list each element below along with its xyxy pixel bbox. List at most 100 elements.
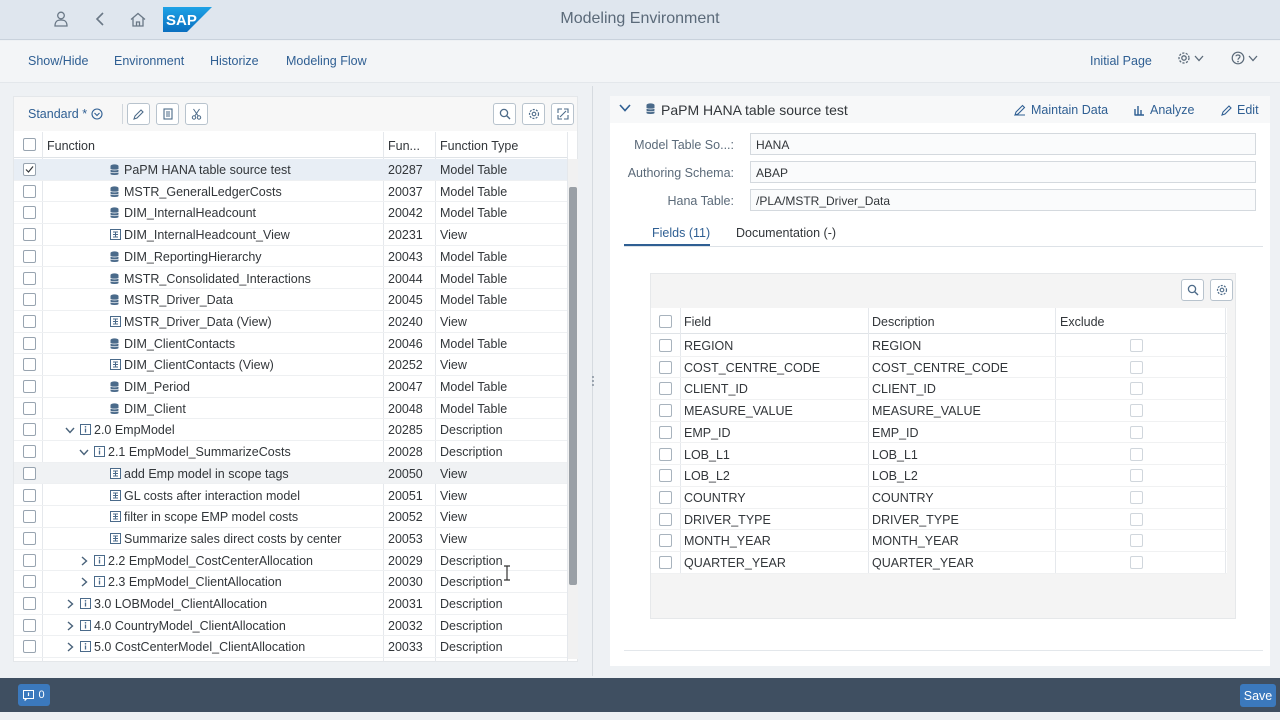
save-button[interactable]: Save [1240,684,1276,707]
exclude-checkbox[interactable] [1130,534,1143,548]
menu-environment[interactable]: Environment [114,54,184,68]
tab-documentation[interactable]: Documentation (-) [736,226,836,240]
edit-button[interactable] [127,103,150,125]
search-button[interactable] [493,103,516,125]
tree-row[interactable]: filter in scope EMP model costs 20052 View [14,506,567,528]
fullscreen-button[interactable] [551,103,574,125]
hana-table-field[interactable]: /PLA/MSTR_Driver_Data [750,189,1256,211]
row-checkbox[interactable] [23,228,36,242]
chevron-right-icon[interactable] [78,555,90,567]
row-checkbox[interactable] [23,488,36,502]
field-row-checkbox[interactable] [659,360,672,374]
table-settings-button[interactable] [522,103,545,125]
exclude-checkbox[interactable] [1130,447,1143,461]
field-row-checkbox[interactable] [659,447,672,461]
field-row[interactable]: COST_CENTRE_CODE COST_CENTRE_CODE [651,357,1227,379]
row-checkbox[interactable] [23,553,36,567]
tab-fields[interactable]: Fields (11) [652,226,710,240]
field-row[interactable]: EMP_ID EMP_ID [651,422,1227,444]
tree-row[interactable]: 2.0 EmpModel 20285 Description [14,419,567,442]
menu-modeling-flow[interactable]: Modeling Flow [286,54,367,68]
row-checkbox[interactable] [23,358,36,372]
tree-row[interactable]: MSTR_Driver_Data (View) 20240 View [14,311,567,333]
row-checkbox[interactable] [23,510,36,524]
tree-row[interactable]: MSTR_Consolidated_Interactions 20044 Model… [14,268,567,290]
select-all-checkbox[interactable] [23,138,36,151]
row-checkbox[interactable] [23,336,36,350]
cut-button[interactable] [185,103,208,125]
chevron-right-icon[interactable] [78,576,90,588]
field-row-checkbox[interactable] [659,512,672,526]
variant-selector[interactable]: Standard * [28,107,103,121]
row-checkbox[interactable] [23,597,36,610]
field-row[interactable]: CLIENT_ID CLIENT_ID [651,378,1227,401]
row-checkbox[interactable] [23,163,36,176]
tree-row[interactable]: 2.1 EmpModel_SummarizeCosts 20028 Descript… [14,441,567,463]
chevron-right-icon[interactable] [64,641,76,653]
grip-icon[interactable] [591,375,595,387]
model-table-source-field[interactable]: HANA [750,133,1256,155]
tree-row[interactable]: 2.2 EmpModel_CostCenterAllocation 20029 De… [14,550,567,572]
chevron-down-icon[interactable] [64,424,76,436]
tree-row[interactable]: DIM_Client 20048 Model Table [14,398,567,420]
fields-search-button[interactable] [1181,279,1204,301]
column-header-function-id[interactable]: Fun... [388,139,420,153]
exclude-checkbox[interactable] [1130,360,1143,374]
exclude-checkbox[interactable] [1130,339,1143,352]
collapse-chevron-icon[interactable] [619,104,631,112]
field-row[interactable]: DRIVER_TYPE DRIVER_TYPE [651,509,1227,531]
row-checkbox[interactable] [23,380,36,393]
tree-row[interactable]: DIM_InternalHeadcount 20042 Model Table [14,202,567,225]
tree-row[interactable]: 5.0 CostCenterModel_ClientAllocation 2003… [14,636,567,659]
exclude-checkbox[interactable] [1130,490,1143,504]
column-header-exclude[interactable]: Exclude [1060,315,1104,329]
field-row-checkbox[interactable] [659,534,672,548]
tree-row[interactable]: 3.0 LOBModel_ClientAllocation 20031 Descri… [14,593,567,615]
menu-historize[interactable]: Historize [210,54,259,68]
row-checkbox[interactable] [23,640,36,654]
column-header-function[interactable]: Function [47,139,95,153]
exclude-checkbox[interactable] [1130,512,1143,526]
field-row-checkbox[interactable] [659,425,672,439]
tree-row[interactable]: DIM_ClientContacts (View) 20252 View [14,354,567,376]
column-header-function-type[interactable]: Function Type [440,139,518,153]
field-row[interactable]: REGION REGION [651,335,1227,357]
chevron-right-icon[interactable] [64,620,76,632]
scrollbar-thumb[interactable] [569,187,577,585]
chevron-down-icon[interactable] [78,446,90,458]
field-row-checkbox[interactable] [659,339,672,352]
settings-menu-button[interactable] [1177,51,1204,65]
field-row[interactable]: MONTH_YEAR MONTH_YEAR [651,530,1227,552]
column-header-description[interactable]: Description [872,315,935,329]
field-row[interactable]: COUNTRY COUNTRY [651,487,1227,509]
field-row-checkbox[interactable] [659,469,672,483]
maintain-data-button[interactable]: Maintain Data [1014,103,1108,117]
exclude-checkbox[interactable] [1130,382,1143,396]
help-menu-button[interactable] [1231,51,1258,65]
field-row[interactable]: QUARTER_YEAR QUARTER_YEAR [651,552,1227,574]
field-row-checkbox[interactable] [659,404,672,418]
row-checkbox[interactable] [23,466,36,480]
row-checkbox[interactable] [23,445,36,459]
row-checkbox[interactable] [23,618,36,632]
exclude-checkbox[interactable] [1130,469,1143,483]
field-row-checkbox[interactable] [659,490,672,504]
row-checkbox[interactable] [23,184,36,198]
authoring-schema-field[interactable]: ABAP [750,161,1256,183]
tree-row[interactable]: GL costs after interaction model 20051 Vie… [14,485,567,507]
edit-detail-button[interactable]: Edit [1221,103,1259,117]
row-checkbox[interactable] [23,271,36,285]
row-checkbox[interactable] [23,575,36,589]
tree-row[interactable]: 2.3 EmpModel_ClientAllocation 20030 Descri… [14,571,567,593]
row-checkbox[interactable] [23,249,36,263]
tree-row[interactable]: MSTR_GeneralLedgerCosts 20037 Model Table [14,181,567,203]
menu-show-hide[interactable]: Show/Hide [28,54,88,68]
row-checkbox[interactable] [23,531,36,545]
field-row[interactable]: LOB_L2 LOB_L2 [651,465,1227,487]
row-checkbox[interactable] [23,423,36,437]
exclude-checkbox[interactable] [1130,556,1143,569]
tree-row[interactable]: Summarize sales direct costs by center 20… [14,528,567,550]
row-checkbox[interactable] [23,293,36,307]
tree-row[interactable]: DIM_ClientContacts 20046 Model Table [14,333,567,355]
exclude-checkbox[interactable] [1130,425,1143,439]
